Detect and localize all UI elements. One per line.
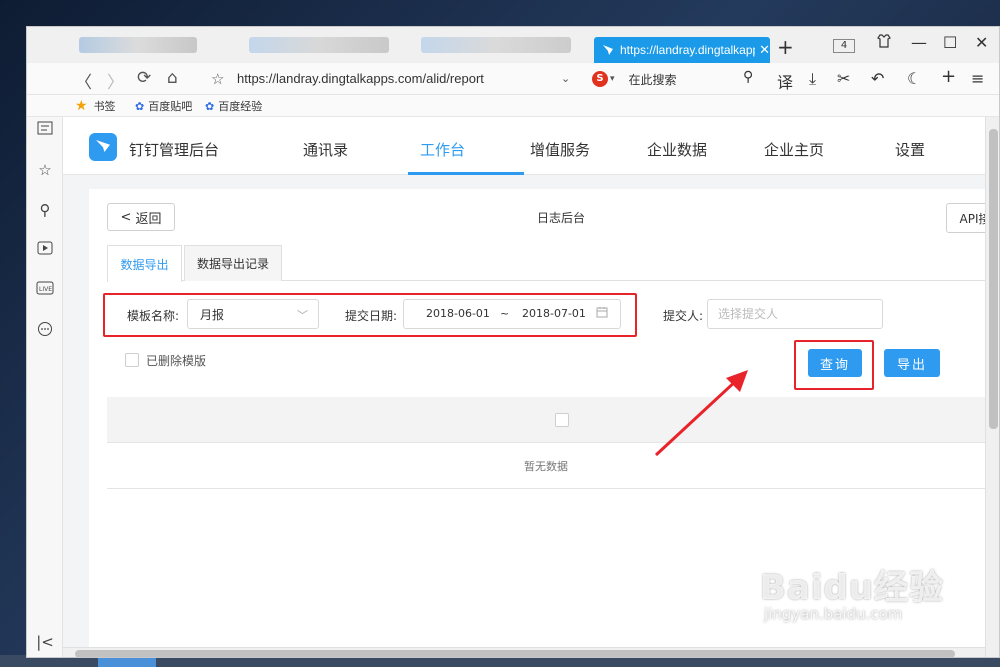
menu-icon[interactable]: ≡ [971,69,984,88]
translate-icon[interactable]: 译 [777,69,793,93]
nav-item-contacts[interactable]: 通讯录 [303,139,348,160]
bookmark-item[interactable]: ✿ 百度经验 [205,98,262,114]
active-nav-indicator [408,172,524,175]
tab-strip: https://landray.dingtalkapps.com/alid/re… [27,27,999,63]
tab-count-badge[interactable]: 4 [833,39,855,53]
chat-icon[interactable] [36,321,54,339]
night-mode-icon[interactable]: ☾ [907,69,921,88]
search-icon[interactable]: ⚲ [743,69,753,85]
bookmark-label: 百度经验 [218,100,263,113]
star-icon: ★ [75,98,88,114]
calendar-icon [596,306,608,321]
deleted-template-label: 已删除模版 [146,354,207,368]
empty-state: 暂无数据 [107,443,985,489]
tab-active[interactable]: https://landray.dingtalkapps.com/alid/re… [594,37,770,63]
maximize-icon[interactable]: ☐ [943,33,957,52]
horizontal-scrollbar[interactable] [63,647,985,657]
video-icon[interactable] [36,241,54,259]
blurred-tab[interactable] [421,37,571,53]
back-label: 返回 [135,211,162,227]
table-header [107,397,985,443]
tab-data-export[interactable]: 数据导出 [107,245,182,282]
add-icon[interactable]: + [941,66,956,87]
date-start[interactable]: 2018-06-01 [426,307,490,320]
watermark-top: Baidu经验 [760,568,945,608]
bookmark-item[interactable]: ✿ 百度贴吧 [135,98,192,114]
bookmark-label: 书签 [93,100,116,113]
nav-item-workbench[interactable]: 工作台 [420,139,465,160]
select-all-checkbox[interactable] [555,413,569,427]
date-range-picker[interactable]: 2018-06-01 ~ 2018-07-01 [403,299,621,329]
template-label: 模板名称: [127,309,180,323]
chevron-down-icon[interactable]: ▾ [610,74,615,84]
svg-text:LIVE: LIVE [39,286,52,293]
baidu-paw-icon: ✿ [135,99,145,113]
submitter-label: 提交人: [663,309,704,323]
new-tab-icon[interactable]: + [777,35,794,59]
close-window-icon[interactable]: ✕ [975,33,988,52]
blurred-tab[interactable] [79,37,197,53]
page-title: 日志后台 [537,211,586,225]
sub-tabs: 数据导出 数据导出记录 [107,245,985,282]
url-field[interactable]: https://landray.dingtalkapps.com/alid/re… [237,71,484,86]
nav-item-settings[interactable]: 设置 [895,139,925,160]
bookmark-label: 百度贴吧 [148,100,193,113]
search-box[interactable]: S ▾ 在此搜索 [592,67,762,91]
browser-sidebar: ☆ ⚲ LIVE |< [27,117,63,657]
minimize-icon[interactable]: — [911,33,927,52]
chevron-down-icon: ﹀ [297,309,308,322]
address-bar: 〈 〉 ⟳ ⌂ ☆ https://landray.dingtalkapps.c… [27,63,999,95]
date-label: 提交日期: [345,309,398,323]
nav-item-enterprise-home[interactable]: 企业主页 [764,139,824,160]
sogou-search-icon[interactable]: S [592,71,608,87]
date-separator: ~ [500,307,510,320]
search-icon[interactable]: ⚲ [36,201,54,219]
tab-title: https://landray.dingtalkapps.com/alid/re… [620,43,755,57]
scroll-thumb[interactable] [75,650,955,657]
blurred-tab[interactable] [249,37,389,53]
baidu-paw-icon: ✿ [205,99,215,113]
live-icon[interactable]: LIVE [36,281,54,299]
refresh-icon[interactable]: ⟳ [137,68,151,88]
download-icon[interactable]: ⤓ [809,69,816,89]
shirt-skin-icon[interactable] [877,33,891,52]
contact-card-icon[interactable] [36,121,54,139]
back-button[interactable]: < 返回 [107,203,175,231]
submitter-input[interactable]: 选择提交人 [707,299,883,329]
chevron-down-icon[interactable]: ⌄ [561,72,570,85]
nav-item-enterprise-data[interactable]: 企业数据 [647,139,707,160]
bookmark-star-icon[interactable]: ☆ [211,70,224,88]
home-icon[interactable]: ⌂ [167,68,178,88]
search-placeholder: 在此搜索 [628,72,677,87]
top-navigation: 钉钉管理后台 通讯录 工作台 增值服务 企业数据 企业主页 设置 [63,117,985,175]
date-end[interactable]: 2018-07-01 [522,307,586,320]
back-icon[interactable]: 〈 [75,68,92,93]
undo-icon[interactable]: ↶ [871,69,884,88]
template-select[interactable]: 月报 ﹀ [187,299,319,329]
query-button[interactable]: 查询 [808,349,862,377]
dingtalk-logo-icon [89,133,117,161]
baidu-watermark: Baidu经验 jingyan.baidu.com [760,560,944,623]
bookmarks-bar: ★ 书签 ✿ 百度贴吧 ✿ 百度经验 [27,95,999,117]
export-button[interactable]: 导出 [884,349,940,377]
template-value: 月报 [200,307,225,322]
chevron-left-icon: < [120,209,132,225]
forward-icon[interactable]: 〉 [107,68,124,93]
nav-item-value-added[interactable]: 增值服务 [530,139,590,160]
vertical-scrollbar[interactable] [985,117,999,657]
close-icon[interactable]: ✕ [759,42,770,58]
brand-title: 钉钉管理后台 [129,141,220,159]
api-access-button[interactable]: API接入 [946,203,985,233]
tab-export-records[interactable]: 数据导出记录 [184,245,282,281]
dingtalk-favicon-icon [602,44,614,56]
scissors-icon[interactable]: ✂ [837,69,850,88]
favorites-star-icon[interactable]: ☆ [36,161,54,179]
bookmark-item[interactable]: ★ 书签 [75,98,116,114]
deleted-template-checkbox[interactable] [125,353,139,367]
collapse-sidebar-icon[interactable]: |< [36,633,54,651]
scroll-thumb[interactable] [989,129,998,429]
